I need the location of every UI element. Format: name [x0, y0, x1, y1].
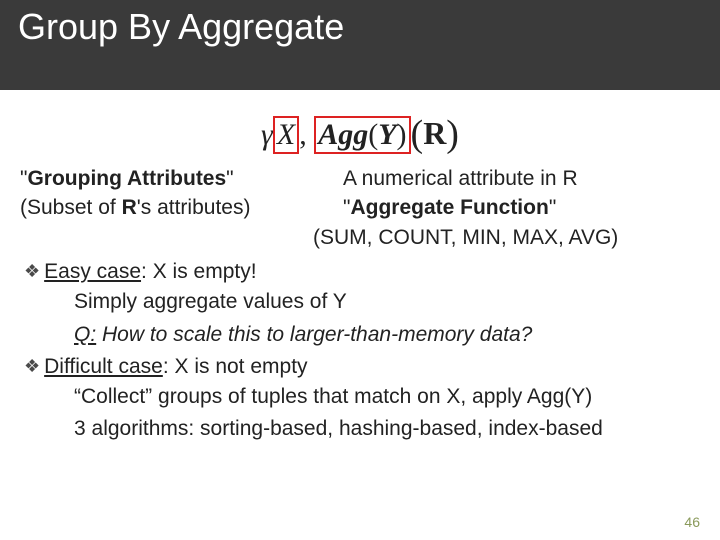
formula-r: R	[423, 115, 446, 151]
aggregate-function-label: Aggregate Function	[350, 196, 548, 219]
easy-case-post: : X is empty!	[141, 260, 257, 283]
formula-comma: ,	[299, 118, 314, 151]
easy-case-label: Easy case	[44, 260, 141, 283]
subset-r: R	[122, 196, 137, 219]
slide-title: Group By Aggregate	[18, 6, 702, 48]
subset-post: 's attributes)	[137, 196, 251, 219]
title-bar: Group By Aggregate	[0, 0, 720, 90]
numeric-attr-label: A numerical attribute in R	[343, 164, 700, 193]
formula: γX, Agg(Y)(R)	[20, 110, 700, 156]
formula-rp2: )	[446, 113, 459, 155]
quote-close: "	[226, 167, 233, 190]
formula-lp2: (	[411, 113, 424, 155]
quote-close-2: "	[549, 196, 556, 219]
formula-x: X	[277, 118, 295, 151]
difficult-sub1: “Collect” groups of tuples that match on…	[74, 383, 700, 411]
grouping-annotation: "Grouping Attributes" (Subset of R's att…	[20, 164, 305, 252]
slide-body: γX, Agg(Y)(R) "Grouping Attributes" (Sub…	[0, 90, 720, 444]
q-label: Q:	[74, 323, 96, 346]
page-number: 46	[684, 514, 700, 530]
aggregate-annotation: A numerical attribute in R "Aggregate Fu…	[315, 164, 700, 252]
aggregate-examples: (SUM, COUNT, MIN, MAX, AVG)	[313, 223, 700, 252]
difficult-case-label: Difficult case	[44, 355, 163, 378]
bullet-difficult: ❖Difficult case: X is not empty	[24, 355, 700, 379]
grouping-attributes-label: Grouping Attributes	[27, 167, 226, 190]
easy-sub2: Q: How to scale this to larger-than-memo…	[74, 321, 700, 349]
formula-y: Y	[378, 118, 396, 151]
easy-sub1: Simply aggregate values of Y	[74, 288, 700, 316]
difficult-sub2: 3 algorithms: sorting-based, hashing-bas…	[74, 415, 700, 443]
diamond-icon: ❖	[24, 261, 40, 281]
bullet-easy: ❖Easy case: X is empty!	[24, 260, 700, 284]
annotations-row: "Grouping Attributes" (Subset of R's att…	[20, 164, 700, 252]
subset-pre: (Subset of	[20, 196, 122, 219]
formula-lp1: (	[368, 118, 378, 151]
difficult-case-post: : X is not empty	[163, 355, 308, 378]
box-x: X	[273, 116, 299, 154]
diamond-icon: ❖	[24, 356, 40, 376]
box-agg: Agg(Y)	[314, 116, 410, 154]
gamma-symbol: γ	[261, 118, 273, 151]
formula-agg: Agg	[318, 118, 368, 151]
formula-rp1: )	[397, 118, 407, 151]
q-text: How to scale this to larger-than-memory …	[96, 323, 532, 346]
